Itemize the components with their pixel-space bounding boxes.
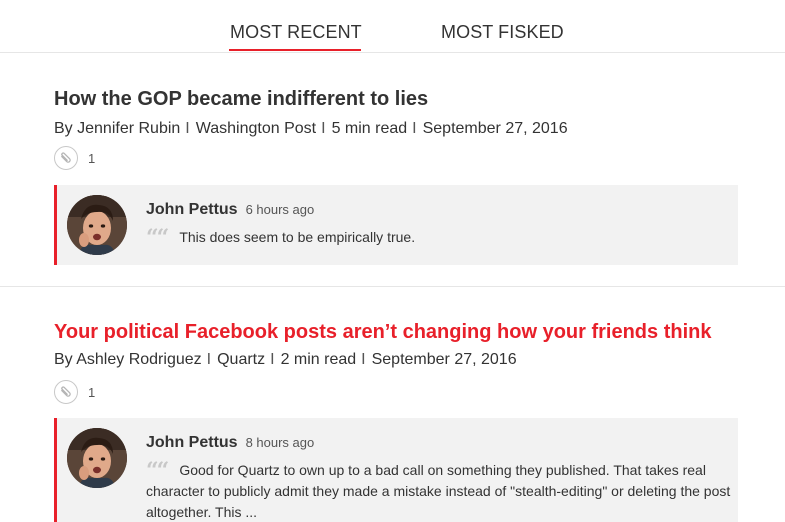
article-title[interactable]: Your political Facebook posts aren’t cha…: [54, 321, 711, 344]
comment-author-name[interactable]: John Pettus: [146, 434, 238, 451]
article-read-time: 5 min read: [331, 120, 408, 137]
article-meta: By Ashley Rodriguez I Quartz I 2 min read I Se…: [54, 351, 517, 369]
article-card: How the GOP became indifferent to lies B…: [0, 53, 785, 287]
article-author: By Jennifer Rubin: [54, 120, 181, 137]
article-author: By Ashley Rodriguez: [54, 351, 202, 368]
article-meta: By Jennifer Rubin I Washington Post I 5 min …: [54, 120, 568, 138]
paperclip-icon[interactable]: [54, 146, 78, 170]
article-date: September 27, 2016: [422, 120, 568, 137]
fisk-row: 1: [54, 146, 95, 170]
comment-author[interactable]: John Pettus 8 hours ago: [146, 434, 314, 452]
user-avatar[interactable]: [67, 428, 127, 488]
meta-separator: I: [270, 351, 275, 368]
meta-separator: I: [412, 120, 417, 137]
article-source: Washington Post: [195, 120, 317, 137]
meta-separator: I: [185, 120, 190, 137]
comment-timestamp: 8 hours ago: [245, 435, 315, 450]
comment-text: This does seem to be empirically true.: [179, 229, 416, 245]
user-avatar[interactable]: [67, 195, 127, 255]
tab-bar: MOST RECENT MOST FISKED: [0, 0, 785, 53]
article-date: September 27, 2016: [371, 351, 517, 368]
tab-most-fisked[interactable]: MOST FISKED: [441, 22, 564, 43]
meta-separator: I: [321, 120, 326, 137]
comment-text: Good for Quartz to own up to a bad call …: [146, 462, 731, 520]
comment-card: John Pettus 8 hours ago ““ Good for Quartz…: [54, 418, 738, 522]
fisk-row: 1: [54, 380, 95, 404]
comment-author-name[interactable]: John Pettus: [146, 201, 238, 218]
article-title[interactable]: How the GOP became indifferent to lies: [54, 88, 428, 111]
article-source: Quartz: [217, 351, 266, 368]
active-tab-indicator: [229, 49, 361, 51]
article-read-time: 2 min read: [280, 351, 357, 368]
quote-icon: ““: [146, 458, 169, 484]
tab-most-recent[interactable]: MOST RECENT: [230, 22, 362, 43]
paperclip-icon[interactable]: [54, 380, 78, 404]
fisk-count: 1: [88, 150, 96, 166]
comment-body: ““ This does seem to be empirically true.: [146, 225, 731, 251]
comment-author[interactable]: John Pettus 6 hours ago: [146, 201, 314, 219]
comment-timestamp: 6 hours ago: [245, 202, 315, 217]
article-card: Your political Facebook posts aren’t cha…: [0, 287, 785, 522]
comment-body: ““ Good for Quartz to own up to a bad cal…: [146, 460, 731, 522]
meta-separator: I: [361, 351, 366, 368]
meta-separator: I: [206, 351, 212, 368]
comment-card: John Pettus 6 hours ago ““ This does seem …: [54, 185, 738, 265]
quote-icon: ““: [146, 225, 169, 251]
fisk-count: 1: [88, 384, 96, 400]
